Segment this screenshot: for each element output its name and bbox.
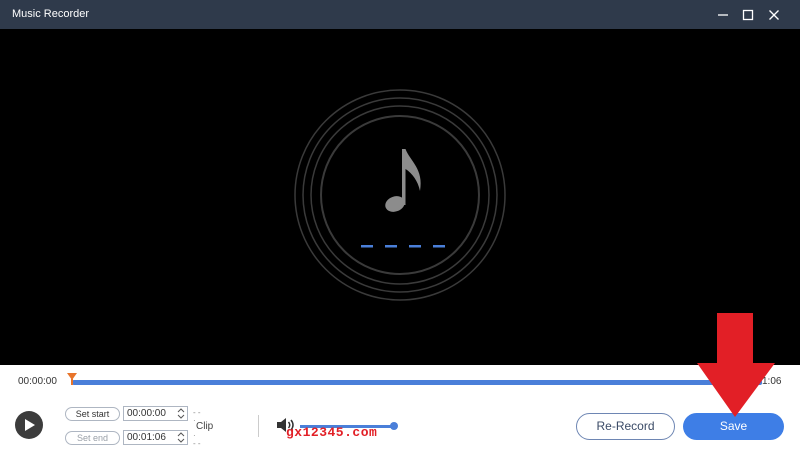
save-button[interactable]: Save <box>683 413 784 440</box>
divider <box>258 415 259 437</box>
loading-dashes <box>361 245 445 248</box>
maximize-icon <box>742 9 754 21</box>
preview-stage <box>0 29 800 365</box>
end-time-value: 00:01:06 <box>127 432 166 443</box>
rerecord-button[interactable]: Re-Record <box>576 413 675 440</box>
maximize-button[interactable] <box>737 4 759 26</box>
clip-bracket-top: - - · <box>193 408 201 425</box>
title-bar: Music Recorder <box>0 0 800 29</box>
spinner-icon[interactable] <box>177 408 185 419</box>
set-end-button[interactable]: Set end <box>65 431 120 445</box>
close-button[interactable] <box>763 4 785 26</box>
red-arrow-icon <box>697 313 775 417</box>
minimize-button[interactable] <box>712 4 734 26</box>
close-icon <box>769 10 779 20</box>
minimize-icon <box>718 14 728 16</box>
volume-slider-handle[interactable] <box>390 422 398 430</box>
control-panel: 00:00:00 1:06 Set start 00:00:00 Set end… <box>0 365 800 457</box>
start-time-value: 00:00:00 <box>127 408 166 419</box>
window-title: Music Recorder <box>12 8 90 20</box>
music-note-icon <box>385 149 421 212</box>
watermark: gx12345.com <box>286 425 378 440</box>
play-button[interactable] <box>15 411 43 439</box>
music-visualizer <box>294 89 506 301</box>
start-time-field[interactable]: 00:00:00 <box>123 406 188 421</box>
spinner-icon[interactable] <box>177 432 185 443</box>
set-start-button[interactable]: Set start <box>65 407 120 421</box>
clip-label: Clip <box>196 421 214 432</box>
clip-bracket-bottom: · - - <box>193 431 201 448</box>
timeline-track[interactable] <box>72 380 762 385</box>
play-icon <box>25 419 35 431</box>
end-time-field[interactable]: 00:01:06 <box>123 430 188 445</box>
playhead-marker-icon[interactable] <box>67 373 77 385</box>
current-time: 00:00:00 <box>18 376 57 387</box>
